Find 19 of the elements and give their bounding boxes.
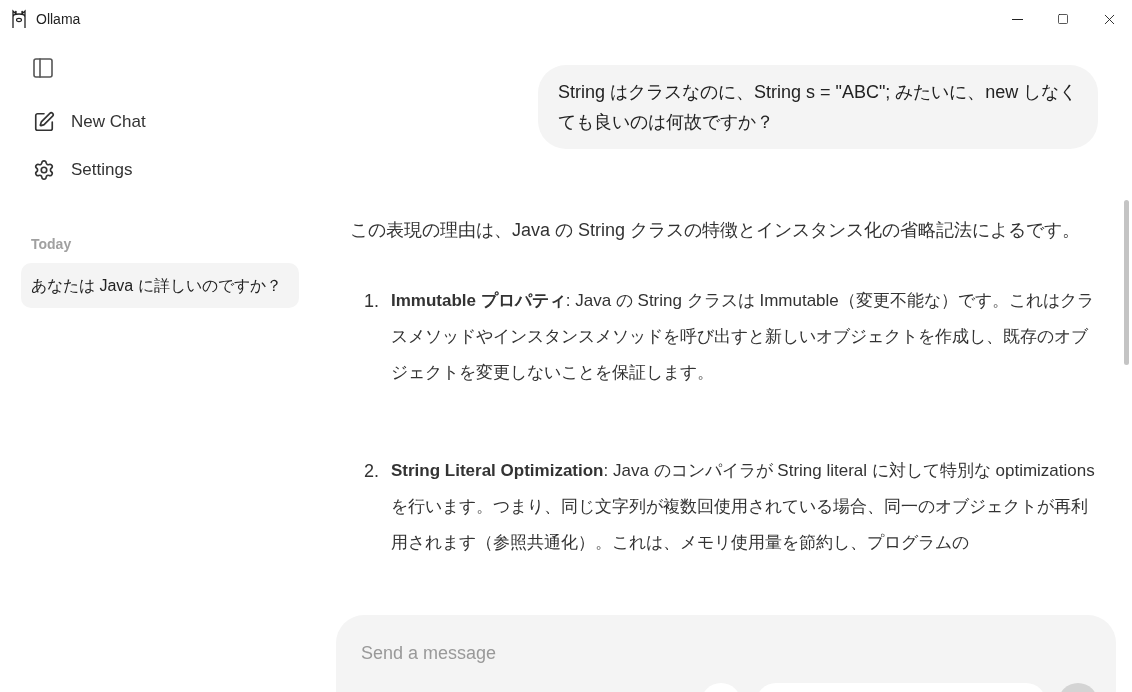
list-item-text: Immutable プロパティ: Java の String クラスは Immutable（変更不能な）です。これはクラスメソッドやインスタンスメソッドを呼び出すと新しいオブジェクトを作成し、既存のオブジェクトを変更しないことを保証します。 <box>391 290 1095 384</box>
message-input[interactable]: Send a message <box>361 640 1091 667</box>
chat-history-item[interactable]: あなたは Java に詳しいのですか？ <box>21 263 299 308</box>
settings-icon <box>33 159 55 181</box>
list-number: 2. <box>363 460 380 483</box>
sidebar-toggle-button[interactable] <box>30 56 56 80</box>
maximize-icon <box>1057 13 1069 25</box>
minimize-icon <box>1011 18 1023 20</box>
user-message-bubble: String はクラスなのに、String s = "ABC"; みたいに、new しなくても良いのは何故ですか？ <box>538 65 1098 149</box>
section-heading: Today <box>30 235 73 254</box>
scrollbar-thumb[interactable] <box>1123 200 1129 365</box>
reply-paragraph: この表現の理由は、Java の String クラスの特徴とインスタンス化の省略記法によるです。 <box>350 219 1082 242</box>
settings-link[interactable]: Settings <box>21 146 299 194</box>
llama-icon <box>10 9 28 29</box>
window-title: Ollama <box>36 9 81 29</box>
list-number: 1. <box>363 290 380 313</box>
compose-icon <box>33 111 55 133</box>
new-chat-button[interactable]: New Chat <box>21 98 299 146</box>
list-item-text: String Literal Optimization: Java のコンパイラが String literal に対して特別な optimizations を行います。つまり、同じ文字列が複数回使用されている場合、同一のオブジェクトが再利用されます（参照共通化）。これは、メモリ使用量を節約し、プログラムの <box>391 460 1096 554</box>
